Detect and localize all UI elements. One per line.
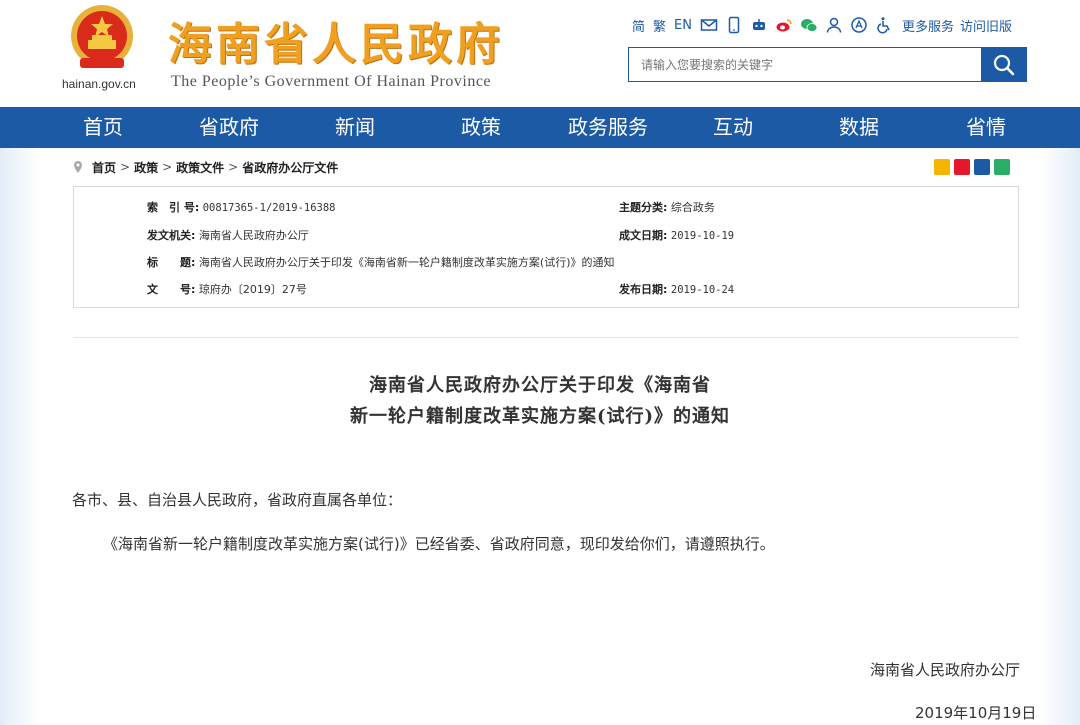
breadcrumb-home[interactable]: 首页 bbox=[92, 159, 116, 176]
breadcrumb-office-documents[interactable]: 省政府办公厅文件 bbox=[242, 159, 338, 176]
nav-item-news[interactable]: 新闻 bbox=[314, 107, 396, 148]
header-toolbar: 简 繁 EN 更多服务 访问旧版 bbox=[632, 14, 1012, 36]
meta-index-row: 索 引 号: 00817365-1/2019-16388 bbox=[147, 199, 336, 215]
nav-item-home[interactable]: 首页 bbox=[62, 107, 144, 148]
document-metadata-table: 索 引 号: 00817365-1/2019-16388 主题分类: 综合政务 … bbox=[73, 186, 1019, 308]
meta-date-label: 成文日期: bbox=[619, 229, 668, 242]
meta-docno-value: 琼府办〔2019〕27号 bbox=[198, 283, 307, 296]
meta-date-row: 成文日期: 2019-10-19 bbox=[619, 227, 734, 243]
mail-icon[interactable] bbox=[700, 16, 718, 34]
weibo-share-icon[interactable] bbox=[954, 159, 970, 175]
search-input[interactable] bbox=[629, 48, 981, 81]
meta-title-row: 标 题: 海南省人民政府办公厅关于印发《海南省新一轮户籍制度改革实施方案(试行)… bbox=[147, 254, 615, 270]
breadcrumb-separator: > bbox=[120, 160, 131, 174]
meta-publish-label: 发布日期: bbox=[619, 283, 668, 296]
old-version-link[interactable]: 访问旧版 bbox=[960, 16, 1012, 35]
meta-issuer-label: 发文机关: bbox=[147, 229, 196, 242]
nav-item-government-services[interactable]: 政务服务 bbox=[556, 107, 660, 148]
robot-icon[interactable] bbox=[750, 16, 768, 34]
breadcrumb-policy-documents[interactable]: 政策文件 bbox=[176, 159, 224, 176]
meta-issuer-value: 海南省人民政府办公厅 bbox=[198, 229, 309, 242]
meta-category-value: 综合政务 bbox=[670, 201, 715, 214]
document-title-line-2: 新一轮户籍制度改革实施方案(试行)》的通知 bbox=[349, 406, 731, 427]
share-bar bbox=[930, 159, 1010, 175]
renren-share-icon[interactable] bbox=[974, 159, 990, 175]
nav-item-province-info[interactable]: 省情 bbox=[945, 107, 1027, 148]
simplified-chinese-link[interactable]: 简 bbox=[632, 16, 645, 35]
site-subtitle: The People’s Government Of Hainan Provin… bbox=[171, 73, 492, 90]
nav-item-interaction[interactable]: 互动 bbox=[692, 107, 774, 148]
nav-item-policy[interactable]: 政策 bbox=[440, 107, 522, 148]
qzone-share-icon[interactable] bbox=[934, 159, 950, 175]
search-box bbox=[628, 47, 982, 82]
site-title[interactable]: 海南省人民政府 bbox=[168, 8, 504, 72]
nav-item-data[interactable]: 数据 bbox=[818, 107, 900, 148]
accessibility-icon[interactable] bbox=[850, 16, 868, 34]
meta-issuer-row: 发文机关: 海南省人民政府办公厅 bbox=[147, 227, 309, 243]
user-icon[interactable] bbox=[825, 16, 843, 34]
meta-title-value: 海南省人民政府办公厅关于印发《海南省新一轮户籍制度改革实施方案(试行)》的通知 bbox=[198, 256, 615, 269]
meta-docno-row: 文 号: 琼府办〔2019〕27号 bbox=[147, 281, 307, 297]
meta-category-label: 主题分类: bbox=[619, 201, 668, 214]
document-title-line-1: 海南省人民政府办公厅关于印发《海南省 bbox=[369, 375, 711, 396]
wheelchair-icon[interactable] bbox=[875, 16, 893, 34]
wechat-share-icon[interactable] bbox=[994, 159, 1010, 175]
national-emblem-icon[interactable] bbox=[66, 2, 138, 74]
nav-item-provincial-government[interactable]: 省政府 bbox=[186, 107, 272, 148]
mobile-icon[interactable] bbox=[725, 16, 743, 34]
site-header: hainan.gov.cn 海南省人民政府 The People’s Gover… bbox=[0, 0, 1080, 107]
weibo-icon[interactable] bbox=[775, 16, 793, 34]
meta-title-label: 标 题: bbox=[147, 256, 196, 269]
document-body: 《海南省新一轮户籍制度改革实施方案(试行)》已经省委、省政府同意，现印发给你们，… bbox=[103, 535, 775, 553]
breadcrumb-separator: > bbox=[228, 160, 239, 174]
main-nav: 首页 省政府 新闻 政策 政务服务 互动 数据 省情 bbox=[0, 107, 1080, 148]
wechat-icon[interactable] bbox=[800, 16, 818, 34]
meta-docno-label: 文 号: bbox=[147, 283, 196, 296]
search-icon bbox=[993, 54, 1015, 75]
meta-index-value: 00817365-1/2019-16388 bbox=[202, 202, 336, 214]
meta-category-row: 主题分类: 综合政务 bbox=[619, 199, 715, 215]
site-domain: hainan.gov.cn bbox=[62, 77, 136, 91]
meta-date-value: 2019-10-19 bbox=[670, 230, 735, 242]
document-signature: 海南省人民政府办公厅 bbox=[870, 661, 1021, 679]
breadcrumb: 首页 > 政策 > 政策文件 > 省政府办公厅文件 bbox=[72, 158, 338, 176]
meta-index-label: 索 引 号: bbox=[147, 201, 200, 214]
location-pin-icon bbox=[74, 161, 82, 173]
english-link[interactable]: EN bbox=[674, 18, 692, 33]
content-divider bbox=[73, 337, 1019, 338]
more-services-link[interactable]: 更多服务 bbox=[902, 16, 954, 35]
document-salutation: 各市、县、自治县人民政府，省政府直属各单位： bbox=[72, 491, 403, 509]
document-date: 2019年10月19日 bbox=[915, 704, 1037, 722]
breadcrumb-separator: > bbox=[162, 160, 173, 174]
search-button[interactable] bbox=[981, 47, 1027, 82]
meta-publish-row: 发布日期: 2019-10-24 bbox=[619, 281, 734, 297]
breadcrumb-policy[interactable]: 政策 bbox=[134, 159, 158, 176]
traditional-chinese-link[interactable]: 繁 bbox=[653, 16, 666, 35]
meta-publish-value: 2019-10-24 bbox=[670, 284, 735, 296]
content-area: 首页 > 政策 > 政策文件 > 省政府办公厅文件 索 引 号: 0081736… bbox=[40, 148, 1040, 725]
